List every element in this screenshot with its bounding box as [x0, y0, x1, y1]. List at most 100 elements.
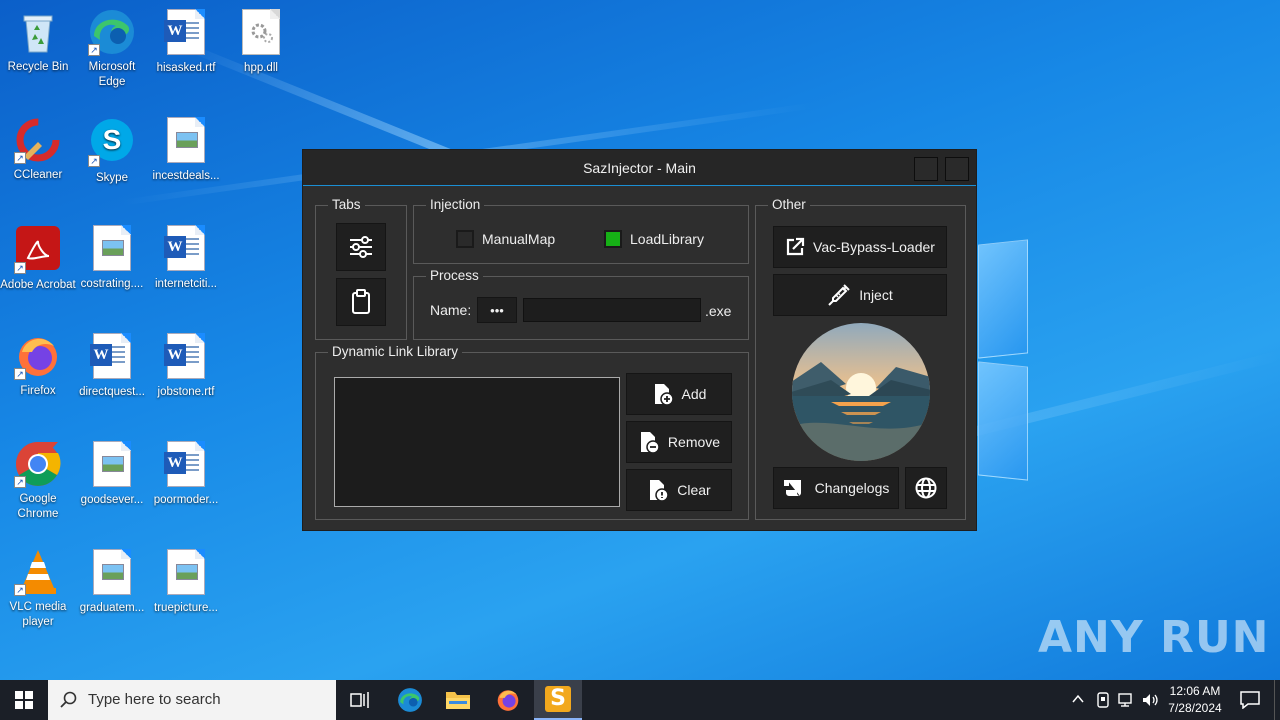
exe-suffix: .exe: [705, 303, 732, 319]
dll-list[interactable]: [334, 377, 620, 507]
clipboard-icon: [352, 289, 370, 314]
desktop-icon-poormoder[interactable]: W poormoder...: [148, 440, 224, 508]
task-view-icon: [350, 692, 369, 708]
desktop-icon-incestdeals[interactable]: incestdeals...: [148, 116, 224, 184]
desktop-icon-ccleaner[interactable]: ↗ CCleaner: [0, 116, 76, 183]
injection-group: Injection ManualMap LoadLibrary: [413, 197, 749, 264]
word-document-icon: W: [88, 333, 136, 381]
icon-label: incestdeals...: [152, 170, 220, 182]
desktop-icon-directquest[interactable]: W directquest...: [74, 332, 150, 400]
window-title: SazInjector - Main: [583, 160, 696, 176]
process-name-input[interactable]: [523, 298, 701, 322]
desktop-icon-jobstone[interactable]: W jobstone.rtf: [148, 332, 224, 400]
image-file-icon: [88, 441, 136, 489]
tabs-group: Tabs: [315, 197, 407, 340]
system-tray: [1066, 680, 1166, 720]
desktop-icon-microsoft-edge[interactable]: ↗ Microsoft Edge: [74, 8, 150, 90]
desktop-icon-hisasked[interactable]: W hisasked.rtf: [148, 8, 224, 76]
desktop-icon-graduatem[interactable]: graduatem...: [74, 548, 150, 616]
word-document-icon: W: [162, 333, 210, 381]
changelogs-button[interactable]: Changelogs: [773, 467, 899, 509]
icon-label: internetciti...: [155, 278, 217, 290]
desktop-icon-firefox[interactable]: ↗ Firefox: [0, 332, 76, 399]
loadlibrary-checkbox[interactable]: LoadLibrary: [604, 230, 704, 248]
edge-icon: ↗: [88, 8, 136, 56]
syringe-icon: [828, 284, 850, 306]
other-group: Other Vac-Bypass-Loader Inject Changelog…: [755, 197, 966, 520]
manualmap-box[interactable]: [456, 230, 474, 248]
icon-label: VLC media player: [9, 601, 67, 628]
vac-bypass-loader-button[interactable]: Vac-Bypass-Loader: [773, 226, 947, 268]
title-bar[interactable]: SazInjector - Main: [303, 150, 976, 186]
clock-date: 7/28/2024: [1168, 701, 1222, 715]
taskbar-sazinjector[interactable]: S: [534, 680, 582, 720]
icon-label: Firefox: [20, 385, 56, 397]
word-document-icon: W: [162, 441, 210, 489]
minimize-button[interactable]: [914, 157, 938, 181]
firefox-icon: [497, 690, 519, 711]
manualmap-checkbox[interactable]: ManualMap: [456, 230, 555, 248]
inject-button[interactable]: Inject: [773, 274, 947, 316]
desktop-icon-recycle-bin[interactable]: Recycle Bin: [0, 8, 76, 75]
chevron-up-icon[interactable]: [1072, 694, 1084, 704]
process-legend: Process: [426, 268, 483, 284]
desktop-icon-skype[interactable]: S ↗ Skype: [74, 116, 150, 186]
loadlibrary-label: LoadLibrary: [630, 231, 704, 247]
icon-label: Recycle Bin: [7, 61, 69, 73]
icon-label: goodsever...: [80, 494, 144, 506]
desktop-icon-adobe-acrobat[interactable]: ↗ Adobe Acrobat: [0, 224, 76, 293]
desktop-icon-goodsever[interactable]: goodsever...: [74, 440, 150, 508]
volume-icon[interactable]: [1142, 692, 1160, 708]
clock[interactable]: 12:06 AM 7/28/2024: [1166, 680, 1224, 720]
close-button[interactable]: [945, 157, 969, 181]
manualmap-label: ManualMap: [482, 231, 556, 247]
taskbar-file-explorer[interactable]: [434, 680, 482, 720]
tab-settings-button[interactable]: [336, 223, 386, 271]
icon-label: jobstone.rtf: [157, 386, 215, 398]
clear-dll-button[interactable]: Clear: [626, 469, 732, 511]
sliders-icon: [350, 236, 372, 258]
icon-label: hpp.dll: [244, 62, 278, 74]
task-view-button[interactable]: [336, 680, 384, 720]
network-icon[interactable]: [1118, 692, 1136, 708]
tabs-legend: Tabs: [328, 197, 365, 213]
tab-clipboard-button[interactable]: [336, 278, 386, 326]
desktop-icon-truepicture[interactable]: truepicture...: [148, 548, 224, 616]
start-button[interactable]: [0, 680, 48, 720]
desktop-icon-internetciti[interactable]: W internetciti...: [148, 224, 224, 292]
chrome-icon: ↗: [14, 440, 62, 488]
desktop-icon-google-chrome[interactable]: ↗ Google Chrome: [0, 440, 76, 522]
folder-icon: [446, 692, 470, 709]
icon-label: directquest...: [79, 386, 145, 398]
website-button[interactable]: [905, 467, 947, 509]
scroll-icon: [783, 480, 801, 496]
windows-start-icon: [15, 691, 33, 709]
clock-time: 12:06 AM: [1169, 684, 1221, 698]
icon-label: hisasked.rtf: [156, 62, 216, 74]
notification-icon: [1240, 691, 1260, 709]
action-center-button[interactable]: [1226, 680, 1274, 720]
desktop-icon-vlc[interactable]: ↗ VLC media player: [0, 548, 76, 630]
taskbar-firefox[interactable]: [484, 680, 532, 720]
taskbar-search-box[interactable]: Type here to search: [48, 680, 336, 720]
taskbar-edge[interactable]: [386, 680, 434, 720]
ccleaner-icon: ↗: [14, 116, 62, 164]
image-file-icon: [88, 225, 136, 273]
process-browse-button[interactable]: •••: [477, 297, 517, 323]
show-desktop-button[interactable]: [1274, 680, 1280, 720]
icon-label: truepicture...: [154, 602, 218, 614]
recycle-bin-icon: [14, 8, 62, 56]
dll-file-icon: [237, 9, 285, 57]
loadlibrary-box[interactable]: [604, 230, 622, 248]
add-dll-button[interactable]: Add: [626, 373, 732, 415]
device-icon[interactable]: [1096, 692, 1110, 708]
desktop-icon-hpp-dll[interactable]: hpp.dll: [223, 8, 299, 76]
add-label: Add: [681, 386, 707, 402]
icon-label: Skype: [96, 172, 128, 184]
vac-bypass-label: Vac-Bypass-Loader: [813, 239, 935, 255]
image-file-icon: [88, 549, 136, 597]
desktop-icon-costrating[interactable]: costrating....: [74, 224, 150, 292]
edge-icon: [398, 688, 422, 712]
remove-dll-button[interactable]: Remove: [626, 421, 732, 463]
word-document-icon: W: [162, 9, 210, 57]
